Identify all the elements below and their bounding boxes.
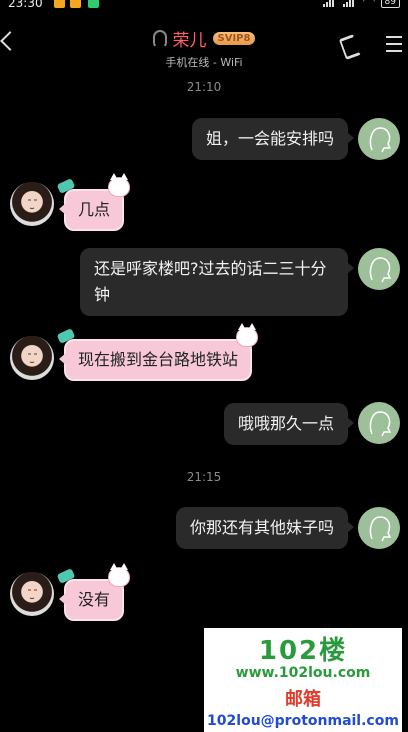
status-bar: 23:30 89: [0, 0, 408, 12]
message-bubble[interactable]: 几点: [56, 173, 131, 231]
avatar[interactable]: [10, 572, 54, 616]
message-bubble[interactable]: 你那还有其他妹子吗: [175, 507, 355, 549]
ribbon-icon: [56, 178, 76, 194]
timestamp: 21:10: [186, 80, 222, 94]
watermark-url: www.102lou.com: [235, 665, 371, 681]
ear-icon: [152, 29, 167, 48]
message-text: 没有: [78, 590, 111, 609]
message-bubble[interactable]: 哦哦那久一点: [223, 403, 355, 445]
message-text: 几点: [78, 200, 111, 219]
watermark-email: 102lou@protonmail.com: [207, 713, 399, 729]
battery-icon: 89: [380, 0, 400, 8]
message-row: 姐，一会能安排吗: [0, 117, 408, 167]
message-bubble[interactable]: 没有: [56, 563, 131, 621]
message-row: 你那还有其他妹子吗: [0, 506, 408, 556]
vip-badge: SVIP8: [212, 32, 256, 45]
contact-name[interactable]: 荣儿: [173, 26, 207, 51]
ribbon-icon: [56, 568, 76, 584]
avatar[interactable]: [358, 248, 400, 290]
cat-icon: [108, 173, 131, 197]
message-text: 现在搬到金台路地铁站: [78, 350, 239, 369]
cat-icon: [108, 563, 131, 587]
app-notification-icon: [54, 0, 65, 8]
avatar[interactable]: [358, 507, 400, 549]
timestamp: 21:15: [186, 470, 222, 484]
app-notification-icon: [88, 0, 99, 8]
message-bubble[interactable]: 还是呼家楼吧?过去的话二三十分钟: [80, 248, 354, 316]
avatar[interactable]: [10, 182, 54, 226]
avatar[interactable]: [358, 118, 400, 160]
signal-icon: [322, 0, 337, 7]
status-time: 23:30: [8, 0, 43, 10]
ribbon-icon: [56, 328, 76, 344]
watermark-logo: 102楼: [258, 636, 348, 666]
avatar[interactable]: [10, 336, 54, 380]
message-bubble[interactable]: 姐，一会能安排吗: [191, 118, 355, 160]
app-notification-icon: [70, 0, 81, 8]
watermark: 102楼 www.102lou.com 邮箱 102lou@protonmail…: [204, 628, 402, 732]
message-row: 哦哦那久一点: [0, 401, 408, 451]
message-row: 没有: [0, 563, 408, 621]
message-row: 还是呼家楼吧?过去的话二三十分钟: [0, 248, 408, 318]
signal-icon: [342, 0, 357, 7]
message-row: 几点: [0, 173, 408, 232]
message-bubble[interactable]: 现在搬到金台路地铁站: [56, 323, 259, 381]
chat-header: 荣儿 SVIP8 手机在线 - WiFi: [0, 22, 408, 70]
cat-icon: [236, 323, 259, 347]
watermark-mailbox: 邮箱: [285, 689, 321, 710]
wifi-icon: [363, 0, 375, 8]
message-row: 现在搬到金台路地铁站: [0, 323, 408, 384]
menu-icon[interactable]: [386, 36, 402, 57]
avatar[interactable]: [358, 402, 400, 444]
